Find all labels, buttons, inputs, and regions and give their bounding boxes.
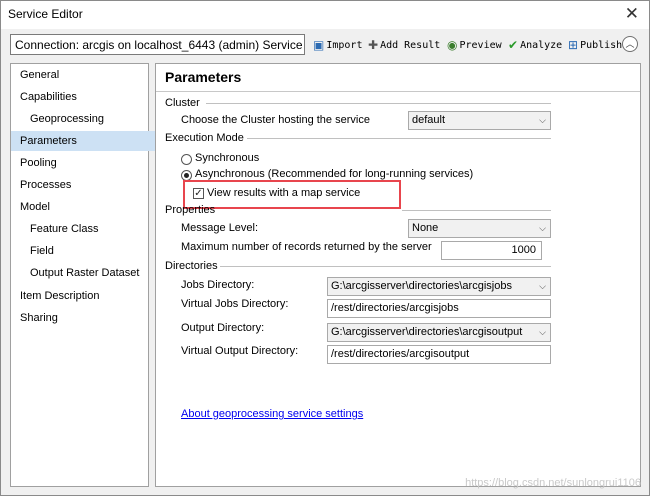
sidebar-item-model[interactable]: Model [11, 197, 157, 217]
jobs-directory-select[interactable]: G:\arcgisserver\directories\arcgisjobs ⌵ [327, 277, 551, 296]
max-records-label: Maximum number of records returned by th… [181, 241, 432, 253]
synchronous-radio[interactable] [181, 154, 192, 165]
preview-icon: ◉ [447, 38, 458, 52]
sidebar-item-output-raster-dataset[interactable]: Output Raster Dataset [11, 263, 167, 283]
preview-button[interactable]: ◉ Preview [447, 36, 502, 54]
publish-icon: ⊞ [568, 38, 579, 52]
chevron-down-icon: ⌵ [539, 115, 546, 125]
page-title: Parameters [165, 69, 242, 85]
map-service-checkbox[interactable]: ✓ [193, 188, 204, 199]
heading-divider [156, 91, 640, 92]
directories-section-label: Directories [165, 260, 218, 272]
title-bar: Service Editor ✕ [1, 1, 649, 29]
publish-label: Publish [580, 39, 623, 51]
output-directory-value: G:\arcgisserver\directories\arcgisoutput [331, 326, 523, 338]
message-level-select[interactable]: None ⌵ [408, 219, 551, 238]
execution-section-label: Execution Mode [165, 132, 244, 144]
message-level-label: Message Level: [181, 222, 259, 234]
window-title: Service Editor [8, 7, 83, 21]
cluster-label: Choose the Cluster hosting the service [181, 114, 370, 126]
sidebar-item-pooling[interactable]: Pooling [11, 153, 157, 173]
close-icon[interactable]: ✕ [625, 4, 639, 24]
radio-selected-dot [184, 173, 189, 178]
map-service-label: View results with a map service [207, 187, 361, 199]
max-records-input[interactable]: 1000 [441, 241, 542, 260]
properties-section-label: Properties [165, 204, 216, 216]
toolbar: Connection: arcgis on localhost_6443 (ad… [1, 29, 649, 61]
jobs-directory-label: Jobs Directory: [181, 279, 255, 291]
cluster-select-value: default [412, 114, 446, 126]
connection-field[interactable]: Connection: arcgis on localhost_6443 (ad… [10, 34, 305, 55]
analyze-icon: ✔ [508, 38, 519, 52]
import-label: Import [326, 39, 363, 51]
watermark: https://blog.csdn.net/sunlongrui1106 [465, 477, 641, 489]
directories-divider [220, 266, 551, 267]
virtual-output-directory-input[interactable]: /rest/directories/arcgisoutput [327, 345, 551, 364]
sidebar-item-feature-class[interactable]: Feature Class [11, 219, 167, 239]
sidebar-item-field[interactable]: Field [11, 241, 167, 261]
asynchronous-label: Asynchronous (Recommended for long-runni… [195, 168, 474, 180]
sidebar: General Capabilities Geoprocessing Param… [10, 63, 157, 487]
output-directory-select[interactable]: G:\arcgisserver\directories\arcgisoutput… [327, 323, 551, 342]
analyze-button[interactable]: ✔ Analyze [508, 36, 562, 54]
sidebar-item-item-description[interactable]: Item Description [11, 286, 157, 306]
add-result-button[interactable]: ✚ Add Result [368, 36, 440, 54]
sidebar-item-capabilities[interactable]: Capabilities [11, 87, 157, 107]
preview-label: Preview [459, 39, 502, 51]
execution-divider [247, 138, 551, 139]
add-result-label: Add Result [380, 39, 441, 51]
parameters-panel: Parameters Cluster Choose the Cluster ho… [155, 63, 641, 487]
chevron-down-icon: ⌵ [539, 223, 546, 233]
sidebar-item-sharing[interactable]: Sharing [11, 308, 157, 328]
virtual-jobs-directory-label: Virtual Jobs Directory: [181, 298, 289, 310]
jobs-directory-value: G:\arcgisserver\directories\arcgisjobs [331, 280, 512, 292]
cluster-divider [206, 103, 551, 104]
service-editor-window: Service Editor ✕ Connection: arcgis on l… [0, 0, 650, 496]
cluster-section-label: Cluster [165, 97, 200, 109]
sidebar-item-parameters[interactable]: Parameters [11, 131, 157, 151]
output-directory-label: Output Directory: [181, 322, 265, 334]
chevron-down-icon: ⌵ [539, 327, 546, 337]
sidebar-item-general[interactable]: General [11, 65, 157, 85]
synchronous-label: Synchronous [195, 152, 260, 164]
message-level-value: None [412, 222, 439, 234]
publish-button[interactable]: ⊞ Publish [568, 36, 622, 54]
about-geoprocessing-link[interactable]: About geoprocessing service settings [181, 408, 363, 420]
chevron-down-icon: ⌵ [539, 281, 546, 291]
virtual-jobs-directory-input[interactable]: /rest/directories/arcgisjobs [327, 299, 551, 318]
sidebar-item-geoprocessing[interactable]: Geoprocessing [11, 109, 167, 129]
virtual-output-directory-label: Virtual Output Directory: [181, 345, 299, 357]
sidebar-item-processes[interactable]: Processes [11, 175, 157, 195]
cluster-select[interactable]: default ⌵ [408, 111, 551, 130]
add-result-icon: ✚ [368, 38, 379, 52]
properties-divider [402, 210, 551, 211]
collapse-up-icon[interactable]: ︿ [622, 36, 638, 52]
import-icon: ▣ [313, 38, 325, 52]
analyze-label: Analyze [520, 39, 563, 51]
import-button[interactable]: ▣ Import [313, 36, 362, 54]
